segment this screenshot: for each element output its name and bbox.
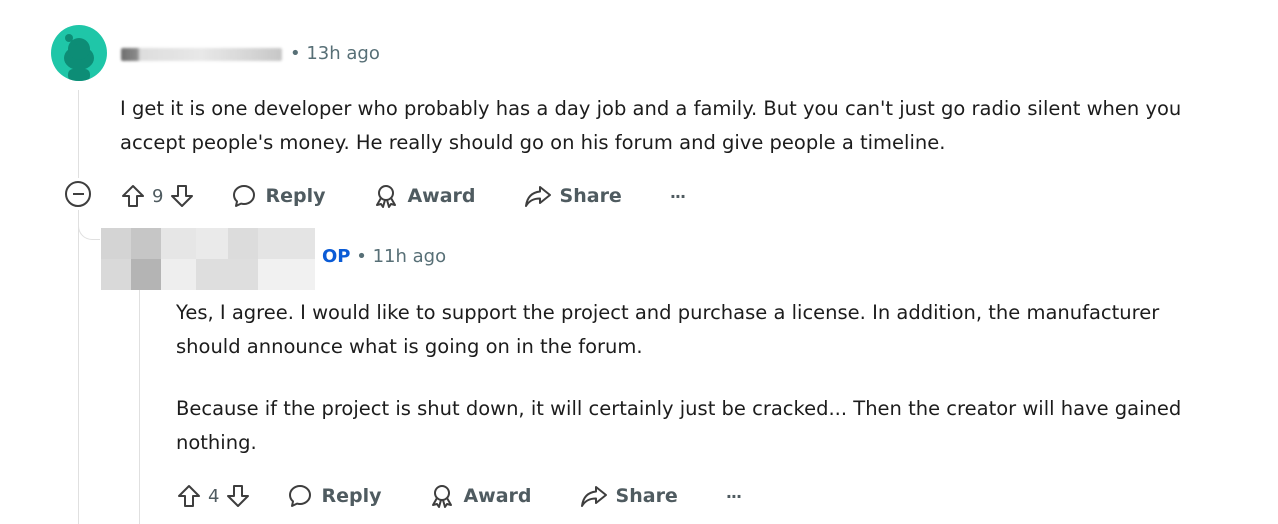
award-icon (376, 185, 397, 208)
upvote-icon[interactable] (120, 183, 146, 209)
reply-meta: OP • 11h ago (322, 246, 446, 267)
reply-body-line-1: Yes, I agree. I would like to support th… (176, 301, 1160, 324)
reply-button[interactable]: Reply (287, 483, 381, 509)
vote-count: 4 (208, 485, 220, 507)
downvote-icon[interactable] (225, 483, 251, 509)
more-options-button[interactable]: ··· (725, 486, 742, 506)
award-icon (432, 485, 453, 508)
vote-count: 9 (152, 185, 164, 207)
thread-line-main (78, 90, 79, 178)
vote-control: 9 (120, 183, 195, 209)
user-avatar[interactable] (51, 25, 107, 81)
thread-line-main-lower (78, 210, 79, 524)
meta-dot: • (290, 43, 307, 64)
share-button[interactable]: Share (524, 183, 622, 209)
reply-label: Reply (321, 485, 382, 507)
award-button[interactable]: Award (373, 183, 476, 209)
snoo-avatar-icon (64, 34, 94, 81)
reply-timestamp: 11h ago (372, 246, 447, 267)
comment-actions: 9 Reply Award Share ··· (120, 176, 686, 216)
collapse-icon (72, 193, 84, 195)
meta-dot: • (356, 246, 373, 267)
share-icon (524, 186, 551, 207)
thread-line-reply (139, 290, 140, 524)
reply-label: Reply (265, 185, 326, 207)
reply-button[interactable]: Reply (231, 183, 325, 209)
upvote-icon[interactable] (176, 483, 202, 509)
comment-bubble-icon (233, 185, 256, 207)
thread-connector (78, 210, 100, 240)
vote-control: 4 (176, 483, 251, 509)
share-label: Share (559, 185, 622, 207)
reply-actions: 4 Reply Award Share ··· (176, 476, 742, 516)
downvote-icon[interactable] (169, 183, 195, 209)
more-icon: ··· (725, 486, 742, 506)
comment-timestamp: 13h ago (306, 43, 380, 64)
reply-avatar-and-username-redacted[interactable] (101, 228, 315, 290)
more-icon: ··· (669, 186, 686, 206)
collapse-button[interactable] (65, 181, 91, 207)
comment-bubble-icon (289, 485, 312, 507)
more-options-button[interactable]: ··· (669, 186, 686, 206)
op-badge: OP (322, 246, 351, 267)
reply-body-line-2: should announce what is going on in the … (176, 335, 643, 358)
share-label: Share (615, 485, 678, 507)
share-icon (580, 486, 607, 507)
comment-body-line-2: accept people's money. He really should … (120, 131, 946, 154)
award-label: Award (463, 485, 532, 507)
share-button[interactable]: Share (580, 483, 678, 509)
comment-meta: • 13h ago (290, 43, 380, 64)
award-label: Award (407, 185, 476, 207)
reply-body-line-3: Because if the project is shut down, it … (176, 397, 1182, 420)
reply-body-line-4: nothing. (176, 431, 257, 454)
award-button[interactable]: Award (429, 483, 532, 509)
username-redacted[interactable] (121, 48, 282, 61)
comment-body-line-1: I get it is one developer who probably h… (120, 97, 1182, 120)
